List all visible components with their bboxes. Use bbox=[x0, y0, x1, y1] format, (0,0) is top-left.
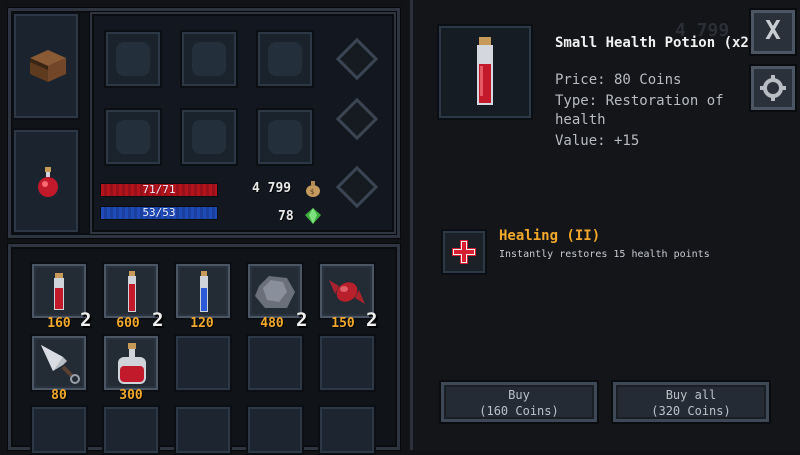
stack-count: 2 bbox=[152, 309, 164, 331]
item-value-line: Value: +15 bbox=[555, 133, 640, 149]
settings-button[interactable] bbox=[751, 66, 795, 110]
equip-slot-6[interactable] bbox=[256, 108, 314, 166]
inventory-slot-9[interactable] bbox=[246, 334, 304, 392]
buy-all-button-price: (320 Coins) bbox=[651, 404, 731, 418]
item-detail-panel: 4 799 Small Health Potion (x2) Price: 80… bbox=[410, 0, 800, 450]
item-preview-slot bbox=[437, 24, 533, 120]
inventory-slot-10[interactable] bbox=[318, 334, 376, 392]
inventory-slot-15[interactable] bbox=[318, 405, 376, 455]
item-price: 150 bbox=[331, 316, 355, 331]
inventory-slot-14[interactable] bbox=[246, 405, 304, 455]
item-type-line: Type: Restoration of bbox=[555, 93, 724, 109]
stack-count: 2 bbox=[80, 309, 92, 331]
health-value: 71/71 bbox=[142, 183, 176, 196]
kunai-icon bbox=[41, 345, 80, 384]
effect-title: Healing (II) bbox=[499, 228, 601, 244]
red-potion-icon bbox=[54, 273, 64, 310]
buy-button[interactable]: Buy (160 Coins) bbox=[441, 382, 597, 422]
close-icon: X bbox=[765, 16, 781, 46]
coin-count: 4 799 bbox=[252, 181, 292, 196]
stone-icon bbox=[255, 276, 295, 308]
mana-bar: 53/53 bbox=[100, 206, 218, 220]
inventory-slot-12[interactable] bbox=[102, 405, 160, 455]
close-button[interactable]: X bbox=[751, 10, 795, 54]
buy-all-button-label: Buy all bbox=[665, 388, 717, 402]
inventory-slot-11[interactable] bbox=[30, 405, 88, 455]
equip-slot-5[interactable] bbox=[180, 108, 238, 166]
item-price: 480 bbox=[260, 316, 284, 331]
tall-red-potion-icon bbox=[128, 271, 136, 312]
inventory-slot-7[interactable] bbox=[102, 334, 160, 392]
red-potion-icon bbox=[38, 167, 58, 197]
inventory-slot-13[interactable] bbox=[174, 405, 232, 455]
mana-value: 53/53 bbox=[142, 206, 176, 219]
stack-count: 2 bbox=[366, 309, 378, 331]
stack-count: 2 bbox=[296, 309, 308, 331]
svg-text:$: $ bbox=[310, 188, 314, 196]
buy-button-price: (160 Coins) bbox=[479, 404, 559, 418]
inventory-slot-3[interactable] bbox=[174, 262, 232, 320]
health-bar: 71/71 bbox=[100, 183, 218, 197]
item-price: 300 bbox=[119, 388, 143, 403]
coin-bag-icon: $ bbox=[306, 181, 320, 197]
item-price-line: Price: 80 Coins bbox=[555, 72, 682, 88]
blue-potion-icon bbox=[200, 271, 208, 312]
equip-slot-3[interactable] bbox=[256, 30, 314, 88]
quick-slot-potion[interactable] bbox=[12, 128, 80, 234]
equip-slot-1[interactable] bbox=[104, 30, 162, 88]
small-health-potion-icon bbox=[477, 37, 493, 105]
equip-slot-2[interactable] bbox=[180, 30, 238, 88]
equip-slot-4[interactable] bbox=[104, 108, 162, 166]
item-type-line-2: health bbox=[555, 112, 606, 128]
large-red-potion-icon bbox=[118, 343, 146, 384]
gear-icon bbox=[760, 75, 786, 101]
effect-icon-slot bbox=[441, 229, 487, 275]
chest-icon bbox=[30, 50, 66, 82]
item-name: Small Health Potion (x2) bbox=[555, 35, 758, 51]
inventory-slot-8[interactable] bbox=[174, 334, 232, 392]
inventory-slot-6[interactable] bbox=[30, 334, 88, 392]
chest-slot[interactable] bbox=[12, 12, 80, 120]
health-cross-icon bbox=[452, 240, 476, 264]
buy-button-label: Buy bbox=[508, 388, 530, 402]
effect-description: Instantly restores 15 health points bbox=[499, 249, 710, 260]
gem-count: 78 bbox=[278, 209, 294, 224]
candy-icon bbox=[329, 280, 365, 304]
gem-icon bbox=[305, 208, 321, 224]
item-price: 600 bbox=[116, 316, 140, 331]
buy-all-button[interactable]: Buy all (320 Coins) bbox=[613, 382, 769, 422]
item-price: 80 bbox=[51, 388, 67, 403]
item-price: 120 bbox=[190, 316, 214, 331]
